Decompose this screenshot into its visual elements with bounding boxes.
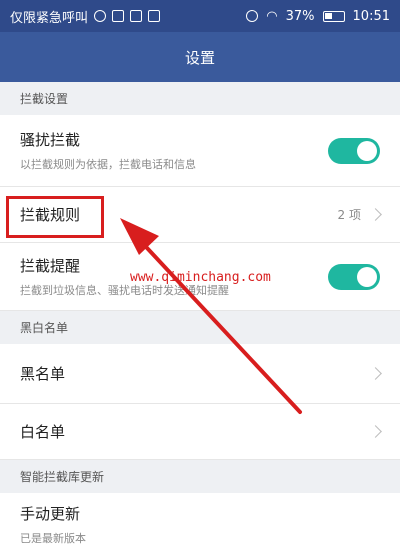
- battery-icon: [322, 10, 345, 22]
- chevron-right-icon: [369, 367, 382, 380]
- toggle-knob: [357, 266, 377, 287]
- mail-icon: [148, 10, 161, 22]
- section-header-black-white-list: 黑白名单: [0, 311, 400, 344]
- image-icon: [130, 10, 143, 22]
- page-title: 设置: [184, 48, 215, 67]
- battery-percent: 37%: [285, 8, 315, 24]
- harassment-intercept-toggle[interactable]: [328, 137, 380, 164]
- carrier-text: 仅限紧急呼叫: [10, 10, 89, 26]
- setting-blacklist[interactable]: 黑名单: [0, 344, 400, 404]
- section-header-smart-library-update: 智能拦截库更新: [0, 460, 400, 493]
- location-icon: [94, 10, 107, 22]
- rules-count: 2 项: [337, 208, 361, 222]
- setting-title: 白名单: [20, 423, 66, 441]
- setting-manual-update[interactable]: 手动更新 已是最新版本: [0, 493, 400, 556]
- wifi-icon: ◠: [266, 8, 278, 24]
- chevron-right-icon: [369, 208, 382, 221]
- section-header-intercept-settings: 拦截设置: [0, 82, 400, 115]
- setting-subtitle: 以拦截规则为依据，拦截电话和信息: [20, 158, 196, 171]
- alarm-icon: [246, 10, 259, 22]
- sim-icon: [112, 10, 125, 22]
- title-bar: 设置: [0, 32, 400, 82]
- setting-title: 手动更新: [20, 505, 81, 523]
- toggle-knob: [357, 140, 377, 161]
- chevron-right-icon: [369, 425, 382, 438]
- clock: 10:51: [352, 8, 390, 24]
- setting-whitelist[interactable]: 白名单: [0, 404, 400, 460]
- setting-harassment-intercept[interactable]: 骚扰拦截 以拦截规则为依据，拦截电话和信息: [0, 115, 400, 187]
- status-bar: 仅限紧急呼叫 ◠ 37% 10:51: [0, 0, 400, 32]
- setting-subtitle: 已是最新版本: [20, 532, 86, 545]
- setting-title: 骚扰拦截: [20, 131, 81, 149]
- intercept-reminder-toggle[interactable]: [328, 263, 380, 290]
- watermark-text: www.qiminchang.com: [130, 270, 271, 285]
- highlight-box: [6, 196, 104, 238]
- setting-title: 黑名单: [20, 365, 66, 383]
